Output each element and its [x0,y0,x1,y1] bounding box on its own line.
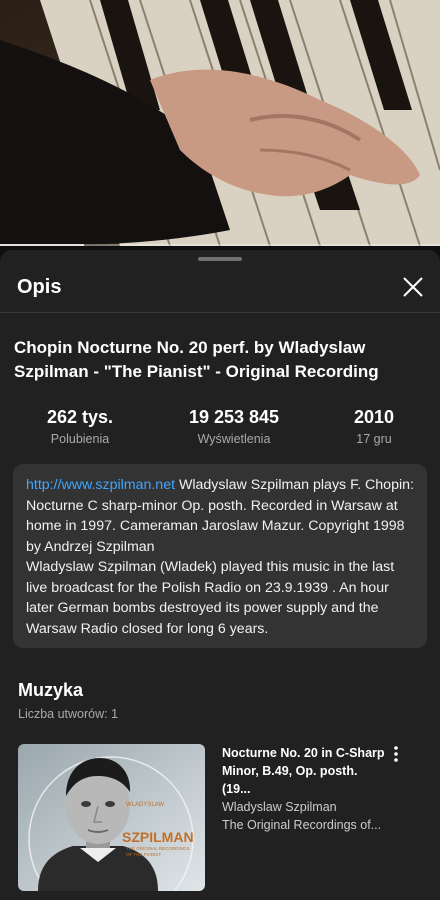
video-progress-bar[interactable] [0,244,440,246]
track-count: Liczba utworów: 1 [18,707,119,721]
track-more-button[interactable] [388,744,404,764]
description-box: http://www.szpilman.net Wladyslaw Szpilm… [13,464,427,648]
track-title: Nocturne No. 20 in C-Sharp Minor, B.49, … [222,746,385,796]
track-artist: Wladyslaw Szpilman [222,800,337,814]
album-sub-2: OF THE PIANIST [126,852,161,857]
video-title: Chopin Nocturne No. 20 perf. by Wladysla… [14,338,379,381]
album-top-text: WLADYSLAW [126,802,164,808]
views-stat: 19 253 845 Wyświetlenia [174,406,294,446]
stats-row: 262 tys. Polubienia 19 253 845 Wyświetle… [0,406,440,452]
album-cover-art: WLADYSLAW SZPILMAN THE ORIGINAL RECORDIN… [18,744,205,891]
music-section-title: Muzyka [18,680,84,700]
likes-stat: 262 tys. Polubienia [36,406,124,446]
video-player[interactable] [0,0,440,246]
description-text: http://www.szpilman.net Wladyslaw Szpilm… [26,475,418,639]
drag-handle[interactable] [198,257,242,261]
close-icon [403,277,423,297]
upload-year: 2010 [353,407,395,427]
views-count: 19 253 845 [188,407,280,427]
likes-label: Polubienia [50,432,110,446]
views-label: Wyświetlenia [197,432,271,446]
upload-date: 17 gru [356,432,392,446]
album-artist-name: SZPILMAN [122,829,194,845]
track-album: The Original Recordings of... [222,818,382,832]
close-button[interactable] [400,274,426,300]
date-stat: 2010 17 gru [340,406,408,446]
video-frame-pianist-hands [0,0,440,246]
sheet-header: Opis [0,266,440,313]
description-link[interactable]: http://www.szpilman.net [26,477,175,493]
more-vert-icon [394,746,398,762]
video-progress-fill [0,244,84,246]
album-cover[interactable]: WLADYSLAW SZPILMAN THE ORIGINAL RECORDIN… [18,744,205,891]
sheet-title: Opis [17,276,62,298]
track-info[interactable]: Nocturne No. 20 in C-Sharp Minor, B.49, … [222,744,387,834]
description-body: Wladyslaw Szpilman plays F. Chopin: Noct… [26,477,414,637]
likes-count: 262 tys. [46,407,114,427]
album-sub-1: THE ORIGINAL RECORDINGS [126,846,189,851]
description-sheet: Opis Chopin Nocturne No. 20 perf. by Wla… [0,250,440,900]
